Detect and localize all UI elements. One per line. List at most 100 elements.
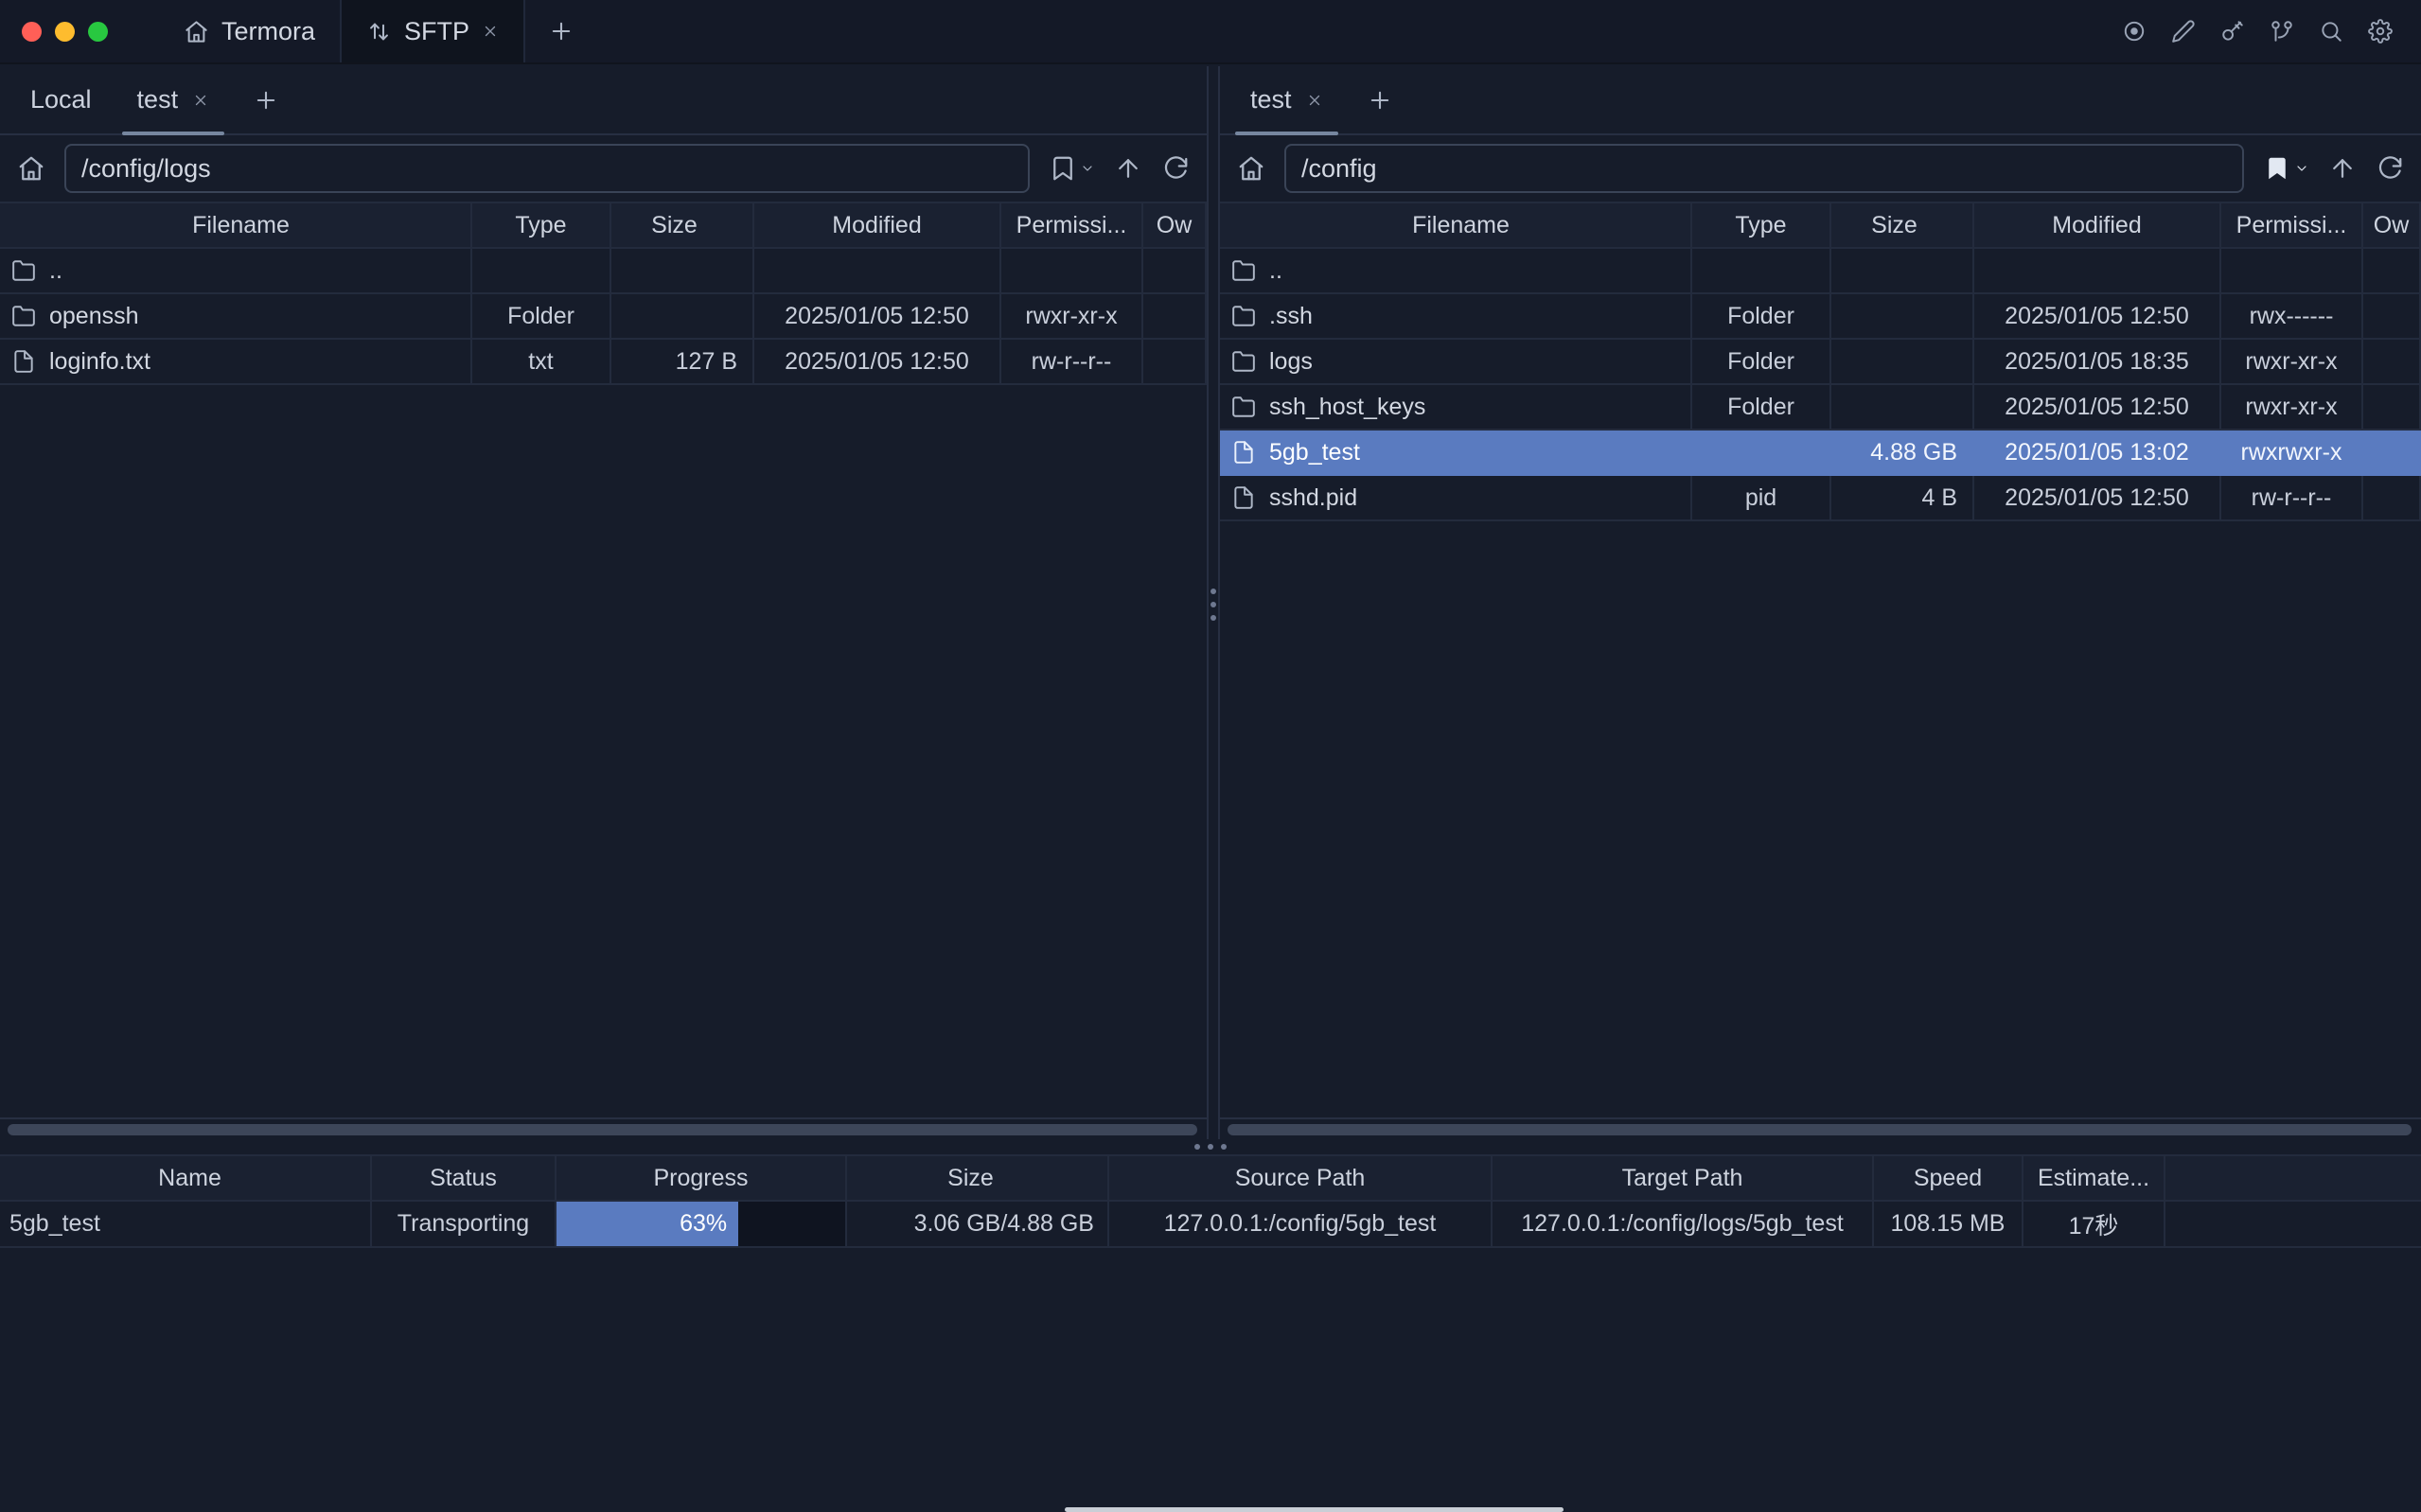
chevron-down-icon: [1080, 161, 1095, 176]
close-tab-icon[interactable]: [192, 92, 209, 109]
horizontal-scrollbar[interactable]: [1220, 1117, 2421, 1139]
transfer-column-target-path[interactable]: Target Path: [1492, 1155, 1873, 1201]
scrollbar-thumb[interactable]: [1228, 1124, 2412, 1135]
cell-modified: [1973, 248, 2220, 293]
titlebar-tab-sftp[interactable]: SFTP: [340, 0, 525, 62]
path-input[interactable]: [64, 144, 1030, 193]
record-icon: [2122, 19, 2147, 44]
cell-type: [1691, 430, 1830, 475]
bookmark-button[interactable]: [2263, 154, 2309, 183]
pane-tab-test[interactable]: test: [115, 66, 233, 133]
transfer-column-speed[interactable]: Speed: [1873, 1155, 2023, 1201]
new-window-tab-button[interactable]: [525, 0, 597, 62]
column-type[interactable]: Type: [1691, 202, 1830, 248]
filename: ..: [49, 257, 62, 284]
minimize-window-button[interactable]: [55, 22, 75, 42]
progress-percent: 63%: [680, 1210, 727, 1238]
filename: ssh_host_keys: [1269, 394, 1425, 420]
cell-permissions: rw-r--r--: [2220, 475, 2362, 520]
close-window-button[interactable]: [22, 22, 42, 42]
titlebar-actions: [2122, 0, 2421, 62]
key-button[interactable]: [2220, 19, 2245, 44]
column-modified[interactable]: Modified: [753, 202, 1000, 248]
cell-permissions: rwx------: [2220, 293, 2362, 339]
file-row-ssh-host-keys[interactable]: ssh_host_keysFolder2025/01/05 12:50rwxr-…: [1220, 384, 2420, 430]
filename: ..: [1269, 257, 1282, 284]
column-filename[interactable]: Filename: [1220, 202, 1691, 248]
column-permissi[interactable]: Permissi...: [2220, 202, 2362, 248]
cell-owner: [1142, 339, 1206, 384]
parent-directory-button[interactable]: [1114, 154, 1142, 183]
transfer-row-5gb-test[interactable]: 5gb_testTransporting63%3.06 GB/4.88 GB12…: [0, 1201, 2421, 1247]
file-row-ssh[interactable]: .sshFolder2025/01/05 12:50rwx------: [1220, 293, 2420, 339]
column-permissi[interactable]: Permissi...: [1000, 202, 1142, 248]
settings-button[interactable]: [2368, 19, 2393, 44]
home-button[interactable]: [1237, 154, 1265, 183]
cell-size: [1830, 248, 1973, 293]
close-tab-icon[interactable]: [1306, 92, 1323, 109]
bottom-indicator-bar: [1065, 1507, 1564, 1512]
transfer-column-name[interactable]: Name: [0, 1155, 371, 1201]
cell-type: Folder: [1691, 384, 1830, 430]
transfer-column-status[interactable]: Status: [371, 1155, 556, 1201]
column-ow[interactable]: Ow: [1142, 202, 1206, 248]
transfer-splitter-handle[interactable]: [0, 1140, 2421, 1152]
cell-permissions: [1000, 248, 1142, 293]
right-file-pane: test FilenameTypeSizeModifiedPermissi...…: [1218, 66, 2421, 1139]
refresh-button[interactable]: [1161, 154, 1190, 183]
record-button[interactable]: [2122, 19, 2147, 44]
file-row-item[interactable]: ..: [0, 248, 1206, 293]
new-tab-button[interactable]: [232, 66, 300, 133]
file-row-logs[interactable]: logsFolder2025/01/05 18:35rwxr-xr-x: [1220, 339, 2420, 384]
key-icon: [2220, 19, 2245, 44]
bookmark-button[interactable]: [1049, 154, 1095, 183]
file-row-sshd-pid[interactable]: sshd.pidpid4 B2025/01/05 12:50rw-r--r--: [1220, 475, 2420, 520]
refresh-button[interactable]: [2376, 154, 2404, 183]
transfer-table: NameStatusProgressSizeSource PathTarget …: [0, 1154, 2421, 1248]
scrollbar-thumb[interactable]: [8, 1124, 1197, 1135]
column-filename[interactable]: Filename: [0, 202, 471, 248]
folder-icon: [1231, 395, 1256, 419]
column-size[interactable]: Size: [1830, 202, 1973, 248]
path-input[interactable]: [1284, 144, 2244, 193]
cell-permissions: rw-r--r--: [1000, 339, 1142, 384]
pane-tab-local[interactable]: Local: [8, 66, 115, 133]
left-pane-tab-bar: Localtest: [0, 66, 1207, 135]
search-button[interactable]: [2319, 19, 2343, 44]
column-size[interactable]: Size: [610, 202, 753, 248]
close-tab-icon[interactable]: [482, 23, 499, 40]
parent-directory-button[interactable]: [2328, 154, 2357, 183]
pane-tab-test[interactable]: test: [1228, 66, 1346, 133]
folder-icon: [1231, 304, 1256, 328]
home-button[interactable]: [17, 154, 45, 183]
file-row-openssh[interactable]: opensshFolder2025/01/05 12:50rwxr-xr-x: [0, 293, 1206, 339]
transfer-column-size[interactable]: Size: [846, 1155, 1108, 1201]
file-row-item[interactable]: ..: [1220, 248, 2420, 293]
cell-size: [610, 293, 753, 339]
cell-type: Folder: [1691, 293, 1830, 339]
new-tab-button[interactable]: [1346, 66, 1414, 133]
column-ow[interactable]: Ow: [2362, 202, 2420, 248]
titlebar-tab-termora[interactable]: Termora: [159, 0, 340, 62]
column-type[interactable]: Type: [471, 202, 610, 248]
horizontal-scrollbar[interactable]: [0, 1117, 1207, 1139]
transfer-column-estimate[interactable]: Estimate...: [2023, 1155, 2165, 1201]
transfer-column-source-path[interactable]: Source Path: [1108, 1155, 1492, 1201]
pane-splitter-handle[interactable]: [1209, 589, 1218, 621]
transfer-column-progress[interactable]: Progress: [556, 1155, 846, 1201]
column-modified[interactable]: Modified: [1973, 202, 2220, 248]
file-row-5gb-test[interactable]: 5gb_test4.88 GB2025/01/05 13:02rwxrwxr-x: [1220, 430, 2420, 475]
chevron-down-icon: [2294, 161, 2309, 176]
progress-bar: 63%: [557, 1202, 845, 1246]
file-table: FilenameTypeSizeModifiedPermissi...Ow.. o…: [0, 202, 1207, 385]
transfer-estimate: 17秒: [2023, 1201, 2165, 1247]
branch-button[interactable]: [2270, 19, 2294, 44]
file-row-loginfo-txt[interactable]: loginfo.txttxt127 B2025/01/05 12:50rw-r-…: [0, 339, 1206, 384]
cell-modified: 2025/01/05 12:50: [1973, 293, 2220, 339]
cell-modified: 2025/01/05 12:50: [753, 293, 1000, 339]
home-icon: [17, 154, 45, 183]
edit-button[interactable]: [2171, 19, 2196, 44]
maximize-window-button[interactable]: [88, 22, 108, 42]
bookmark-icon: [1049, 154, 1077, 183]
cell-size: 127 B: [610, 339, 753, 384]
